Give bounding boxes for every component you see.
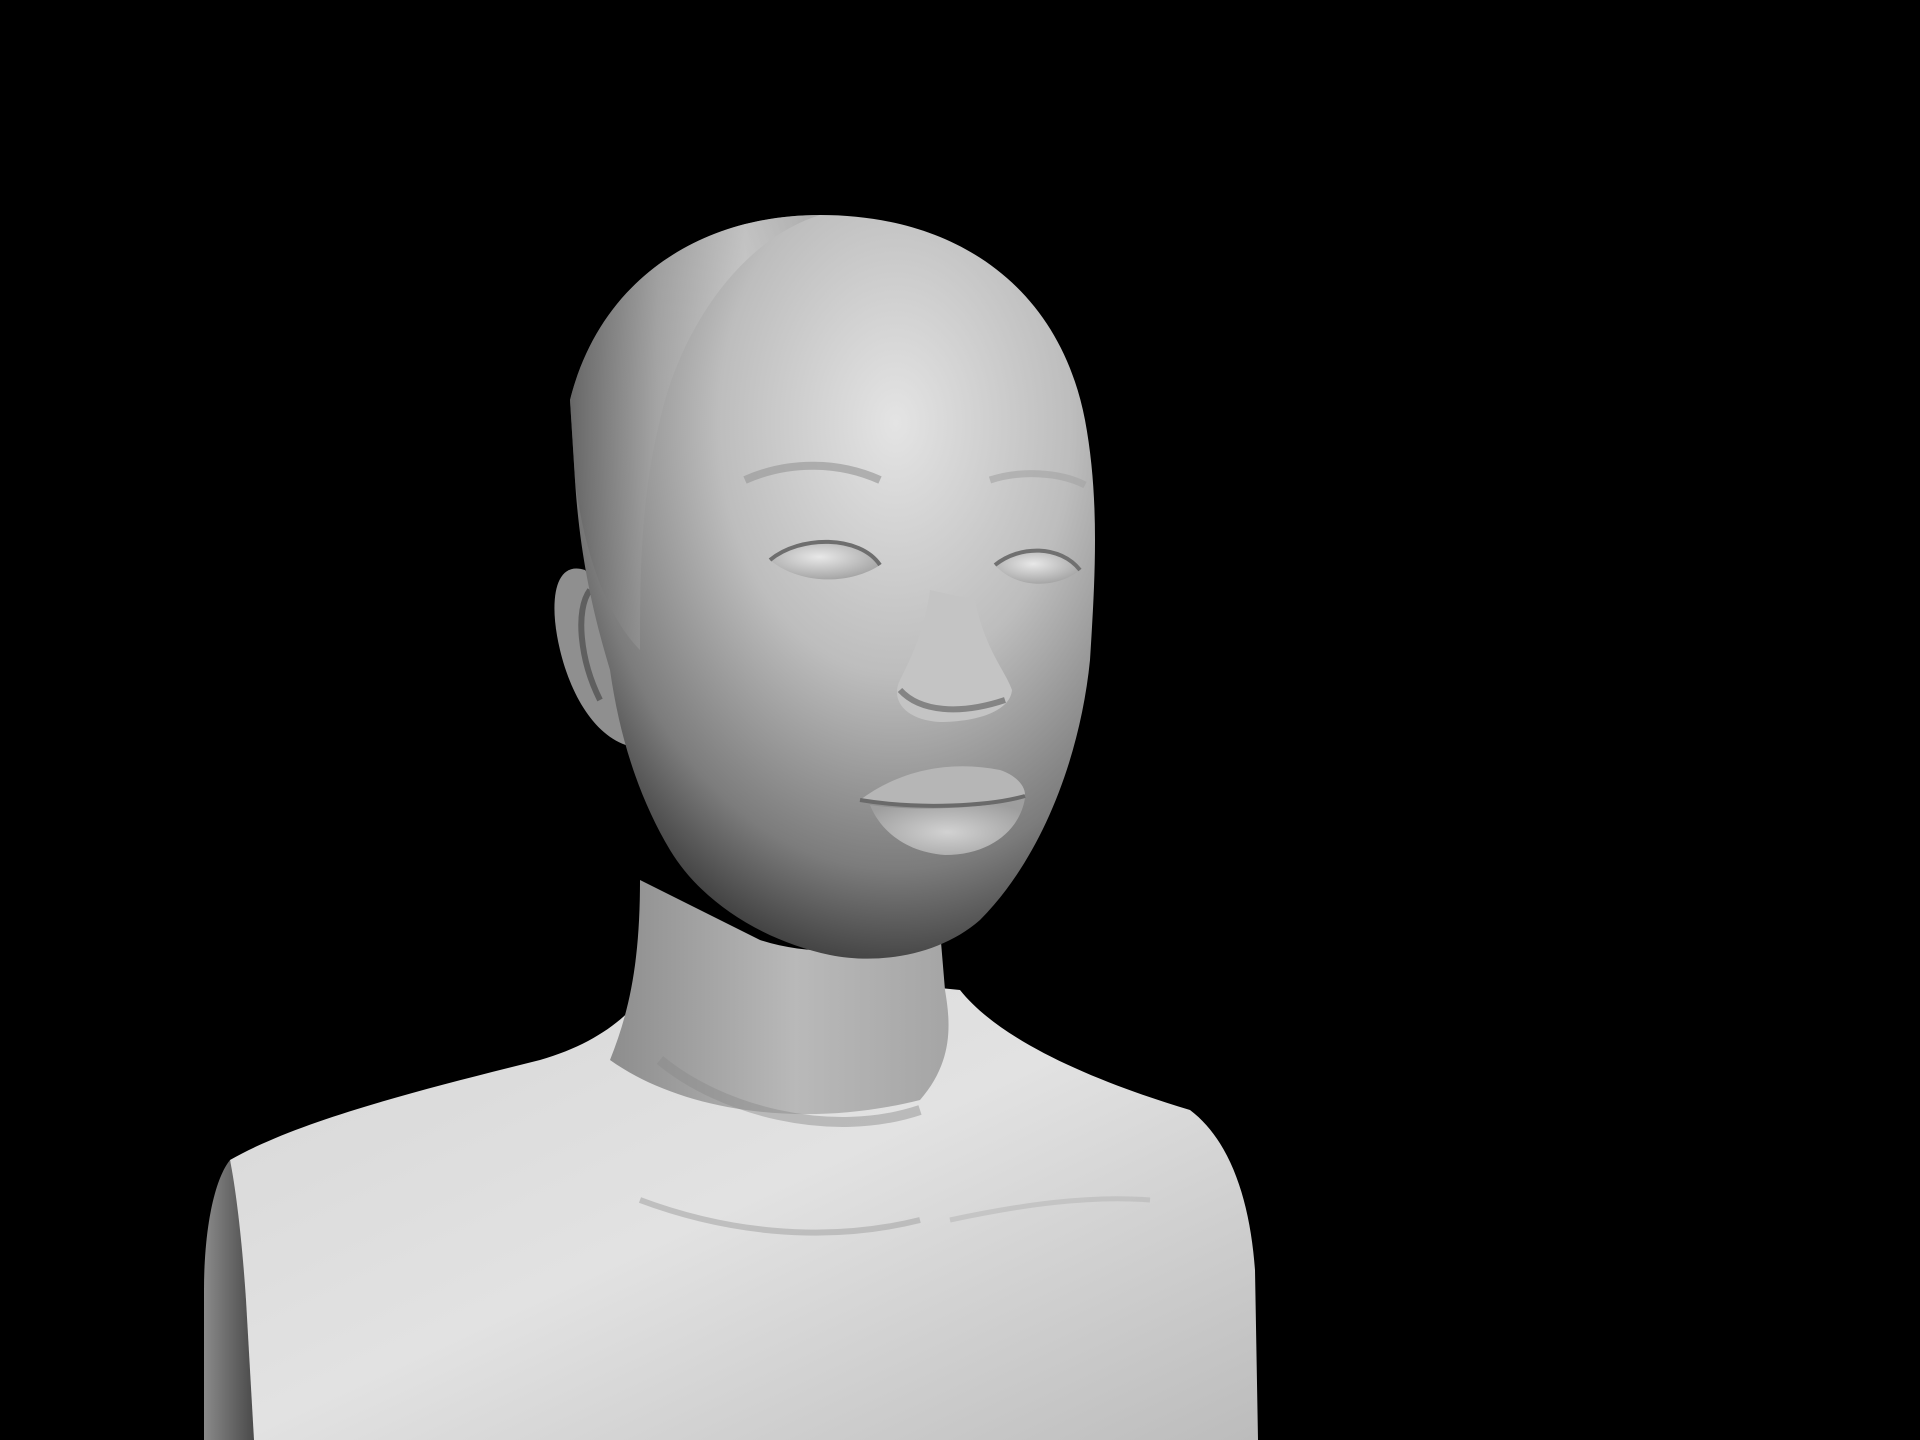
bust-render (204, 215, 1258, 1440)
render-viewport (0, 0, 1920, 1440)
head (570, 215, 1095, 959)
